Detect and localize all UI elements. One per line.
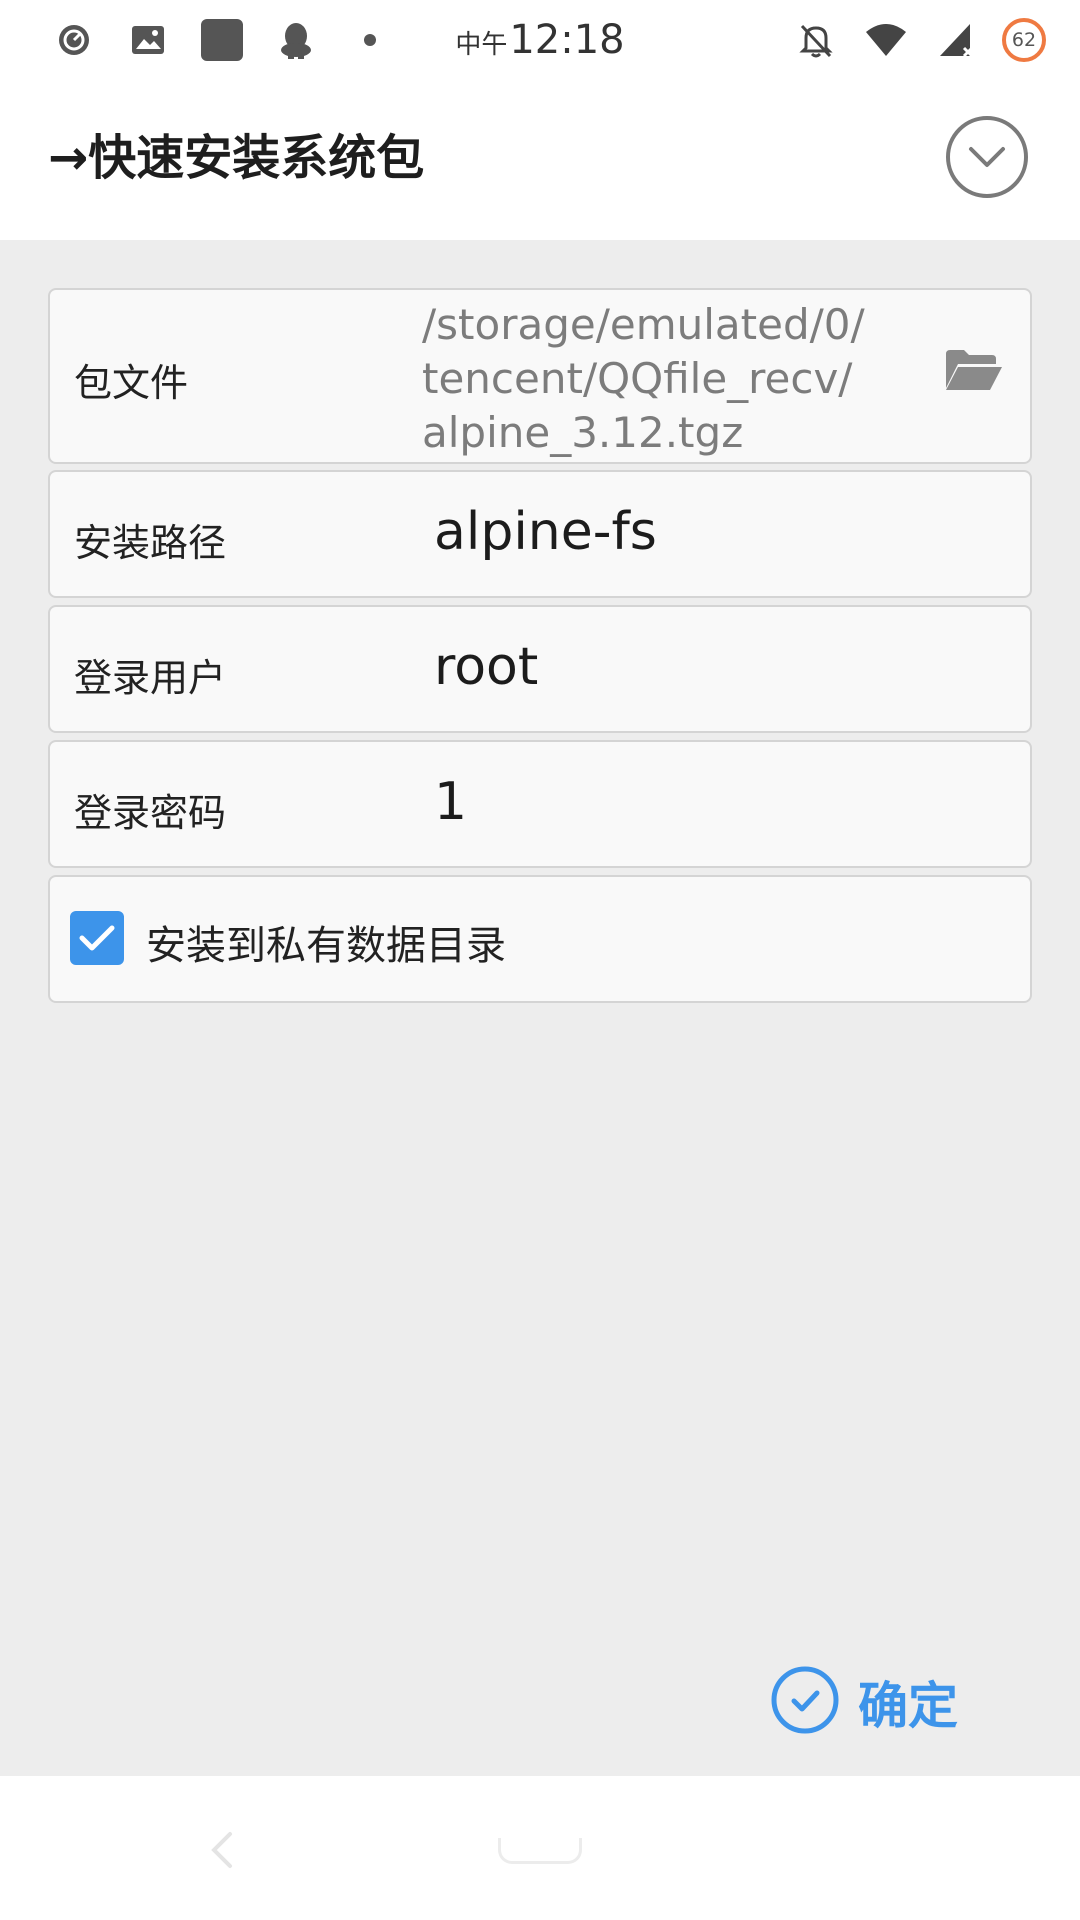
- install-path-label: 安装路径: [74, 521, 227, 565]
- install-path-input[interactable]: alpine-fs: [434, 502, 657, 562]
- package-file-path[interactable]: /storage/emulated/0/ tencent/QQfile_recv…: [422, 298, 922, 460]
- header: →快速安装系统包: [0, 78, 1080, 240]
- signal-icon: [932, 16, 980, 64]
- check-circle-icon: [770, 1665, 840, 1739]
- home-button[interactable]: [498, 1838, 582, 1864]
- login-user-row[interactable]: 登录用户 root: [48, 605, 1032, 733]
- private-dir-row[interactable]: 安装到私有数据目录: [48, 875, 1032, 1003]
- navigation-bar: [0, 1776, 1080, 1920]
- private-dir-label: 安装到私有数据目录: [146, 923, 506, 969]
- battery-icon: 62: [1002, 18, 1046, 62]
- login-user-label: 登录用户: [74, 656, 227, 700]
- bell-off-icon: [792, 16, 840, 64]
- confirm-label: 确定: [858, 1677, 958, 1735]
- private-dir-checkbox[interactable]: [70, 911, 124, 965]
- login-user-input[interactable]: root: [434, 637, 538, 697]
- status-bar: 中午12:18 62: [0, 0, 1080, 78]
- page-title: →快速安装系统包: [48, 130, 425, 186]
- back-icon[interactable]: [206, 1830, 236, 1870]
- check-icon: [79, 925, 115, 951]
- package-file-row[interactable]: 包文件 /storage/emulated/0/ tencent/QQfile_…: [48, 288, 1032, 464]
- wifi-icon: [862, 16, 910, 64]
- confirm-button[interactable]: 确定: [770, 1662, 958, 1742]
- login-password-label: 登录密码: [74, 791, 227, 835]
- chevron-down-circle-icon[interactable]: [946, 116, 1028, 198]
- login-password-input[interactable]: 1: [434, 772, 467, 832]
- ampm-label: 中午: [455, 30, 508, 60]
- login-password-row[interactable]: 登录密码 1: [48, 740, 1032, 868]
- install-path-row[interactable]: 安装路径 alpine-fs: [48, 470, 1032, 598]
- folder-open-icon[interactable]: [944, 346, 1004, 394]
- time-label: 12:18: [509, 17, 625, 63]
- package-file-label: 包文件: [74, 361, 189, 405]
